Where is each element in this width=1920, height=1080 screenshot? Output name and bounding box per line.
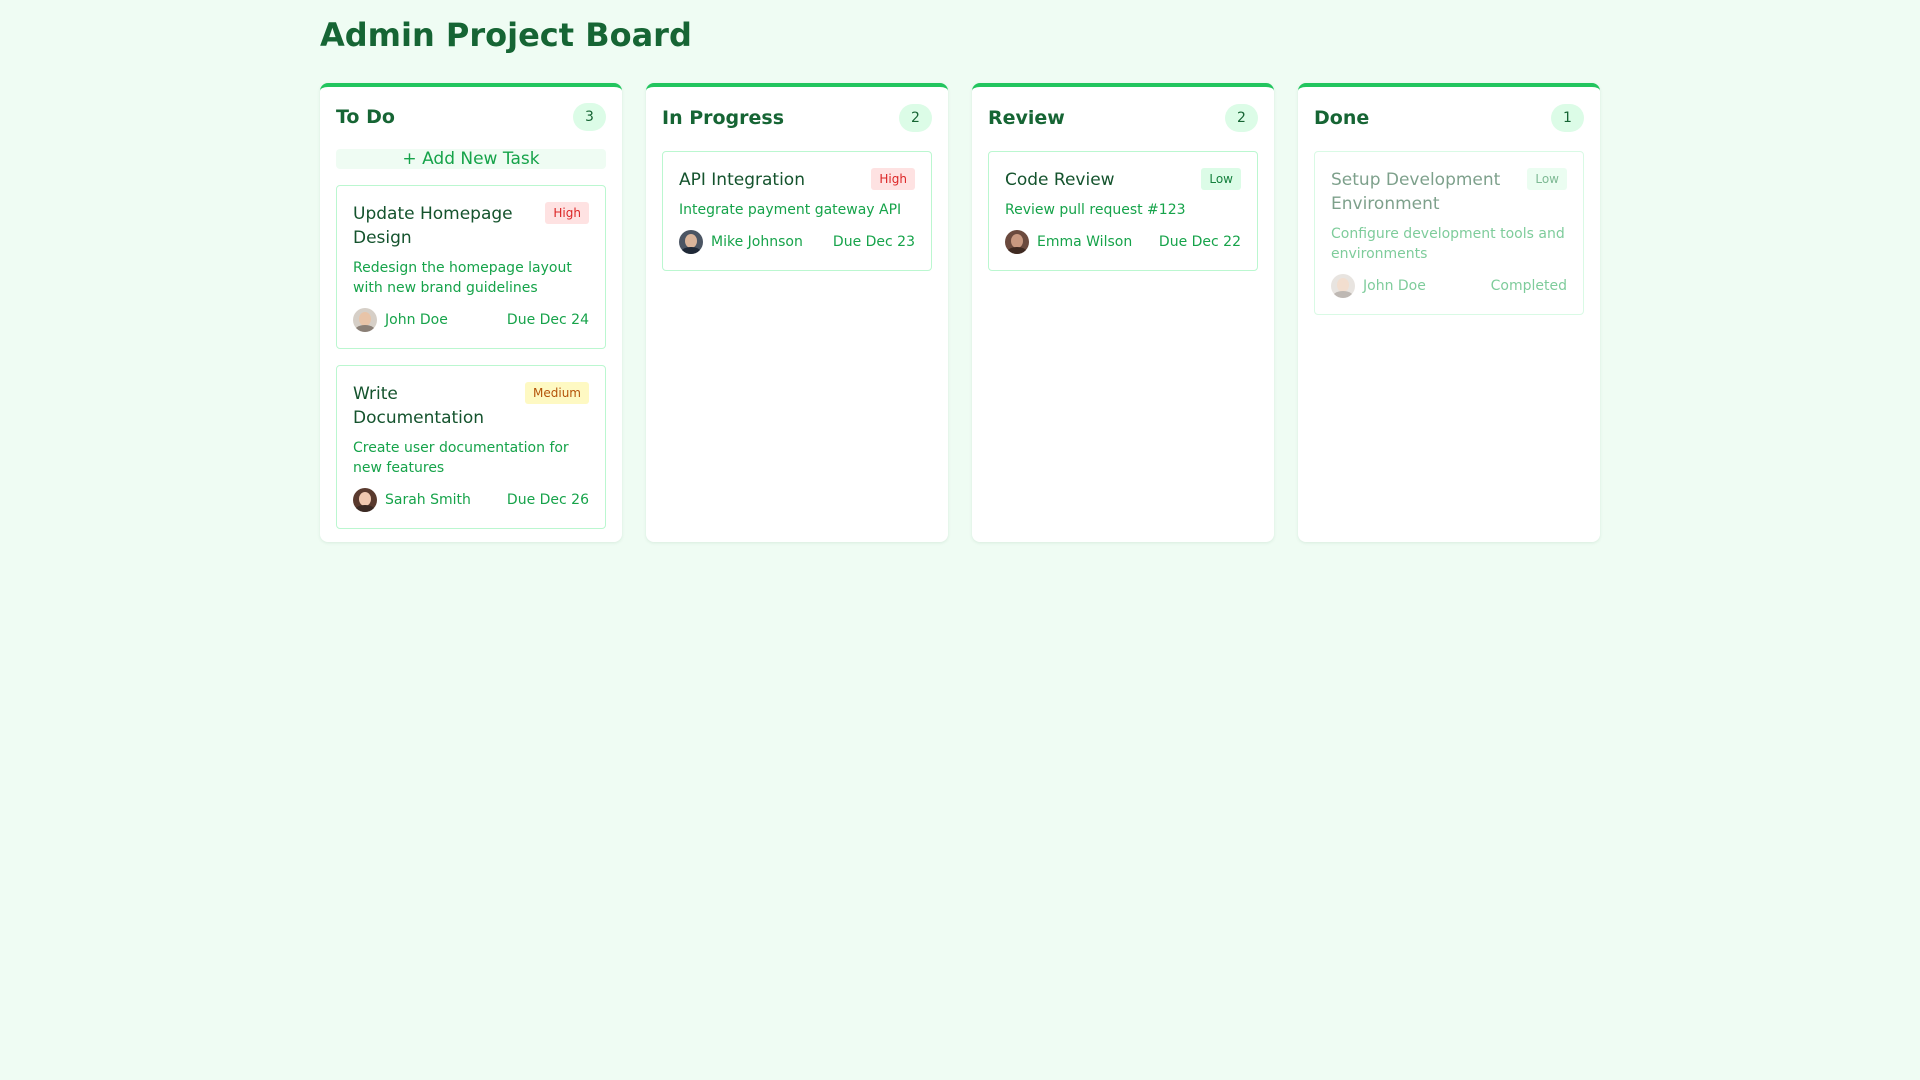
- avatar: [353, 308, 377, 332]
- assignee-name: John Doe: [1363, 278, 1426, 294]
- priority-badge: Low: [1201, 168, 1241, 190]
- completed-status: Completed: [1490, 278, 1567, 294]
- avatar: [679, 230, 703, 254]
- column-header: Done 1: [1314, 103, 1584, 133]
- assignee: John Doe: [353, 308, 448, 332]
- column-review: Review 2 Code Review Low Review pull req…: [972, 83, 1274, 542]
- priority-badge: High: [545, 202, 589, 224]
- task-count-badge: 2: [899, 104, 932, 132]
- avatar: [1005, 230, 1029, 254]
- column-done: Done 1 Setup Development Environment Low…: [1298, 83, 1600, 542]
- task-card[interactable]: Update Homepage Design High Redesign the…: [336, 185, 606, 349]
- task-card[interactable]: Code Review Low Review pull request #123…: [988, 151, 1258, 271]
- task-description: Configure development tools and environm…: [1331, 226, 1565, 262]
- task-card[interactable]: Setup Development Environment Low Config…: [1314, 151, 1584, 315]
- task-title: Write Documentation: [353, 384, 485, 428]
- assignee: John Doe: [1331, 274, 1426, 298]
- column-todo: To Do 3 + Add New Task Update Homepage D…: [320, 83, 622, 542]
- assignee: Mike Johnson: [679, 230, 803, 254]
- task-count-badge: 3: [573, 103, 606, 131]
- task-description: Integrate payment gateway API: [679, 202, 902, 218]
- assignee-name: Sarah Smith: [385, 492, 471, 508]
- assignee: Sarah Smith: [353, 488, 471, 512]
- due-date: Due Dec 23: [832, 234, 915, 250]
- task-description: Create user documentation for new featur…: [353, 440, 569, 476]
- assignee-name: Emma Wilson: [1037, 234, 1133, 250]
- add-new-task-button[interactable]: + Add New Task: [336, 149, 606, 169]
- task-title: Update Homepage Design: [353, 204, 513, 248]
- column-header: In Progress 2: [662, 103, 932, 133]
- task-description: Review pull request #123: [1005, 202, 1186, 218]
- assignee-name: John Doe: [385, 312, 448, 328]
- priority-badge: Medium: [525, 382, 589, 404]
- assignee-name: Mike Johnson: [711, 234, 803, 250]
- column-in-progress: In Progress 2 API Integration High Integ…: [646, 83, 948, 542]
- priority-badge: Low: [1527, 168, 1567, 190]
- due-date: Due Dec 24: [506, 312, 589, 328]
- assignee: Emma Wilson: [1005, 230, 1132, 254]
- priority-badge: High: [871, 168, 915, 190]
- page: Admin Project Board To Do 3 + Add New Ta…: [320, 0, 1600, 542]
- due-date: Due Dec 26: [506, 492, 589, 508]
- avatar: [1331, 274, 1355, 298]
- column-title: Done: [1314, 107, 1370, 129]
- column-header: To Do 3: [336, 103, 606, 131]
- task-card[interactable]: Write Documentation Medium Create user d…: [336, 365, 606, 529]
- column-title: In Progress: [662, 107, 785, 129]
- task-description: Redesign the homepage layout with new br…: [353, 260, 572, 296]
- page-title: Admin Project Board: [320, 16, 692, 54]
- task-count-badge: 1: [1551, 104, 1584, 132]
- column-title: To Do: [336, 106, 395, 128]
- due-date: Due Dec 22: [1158, 234, 1241, 250]
- task-title: API Integration: [679, 170, 805, 190]
- task-title: Code Review: [1005, 170, 1115, 190]
- task-card[interactable]: API Integration High Integrate payment g…: [662, 151, 932, 271]
- avatar: [353, 488, 377, 512]
- kanban-board: To Do 3 + Add New Task Update Homepage D…: [320, 83, 1600, 542]
- column-title: Review: [988, 107, 1065, 129]
- task-title: Setup Development Environment: [1331, 170, 1501, 214]
- column-header: Review 2: [988, 103, 1258, 133]
- task-count-badge: 2: [1225, 104, 1258, 132]
